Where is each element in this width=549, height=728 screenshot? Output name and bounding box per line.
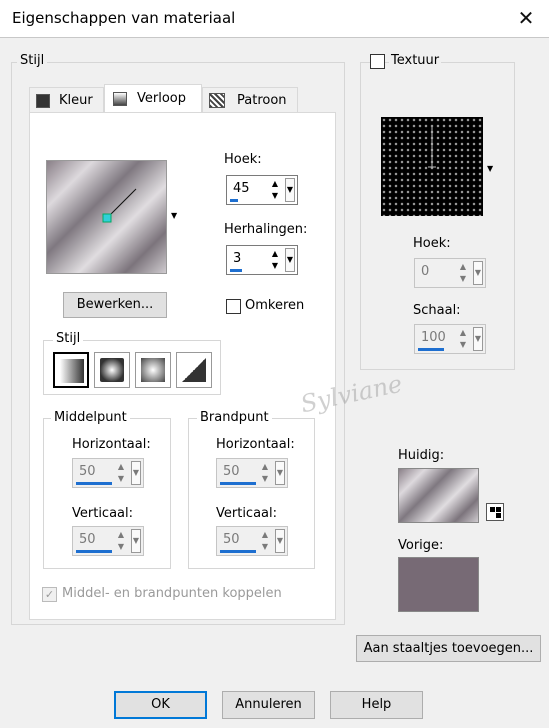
brandpunt-horizontaal-dropdown[interactable]: ▼ xyxy=(275,461,285,485)
omkeren-label: Omkeren xyxy=(245,298,305,313)
swap-icon-fill xyxy=(490,507,495,512)
hoek-slider-bar xyxy=(230,199,238,202)
vorige-label: Vorige: xyxy=(398,538,444,553)
vorige-swatch[interactable] xyxy=(398,557,479,612)
texture-hoek-input[interactable]: 0 ▲ ▼ ▼ xyxy=(414,258,486,288)
style-linear-button[interactable] xyxy=(53,352,89,388)
brandpunt-horizontaal-value: 50 xyxy=(223,464,240,479)
bewerken-button[interactable]: Bewerken... xyxy=(63,292,167,318)
style-rectangular-button[interactable] xyxy=(94,352,130,388)
title-bar: Eigenschappen van materiaal ✕ xyxy=(0,0,549,38)
brandpunt-horizontaal-bar xyxy=(220,482,256,485)
brandpunt-verticaal-dropdown[interactable]: ▼ xyxy=(275,529,285,553)
add-to-swatches-button[interactable]: Aan staaltjes toevoegen... xyxy=(356,635,541,662)
tab-patroon[interactable]: Patroon xyxy=(202,87,298,113)
tab-kleur[interactable]: Kleur xyxy=(29,87,104,113)
tab-kleur-label: Kleur xyxy=(59,93,93,108)
hoek-label: Hoek: xyxy=(224,152,262,167)
hoek-dropdown[interactable]: ▼ xyxy=(285,178,295,202)
texture-schaal-arrows[interactable]: ▲ ▼ xyxy=(456,327,470,351)
gradient-icon xyxy=(113,92,127,106)
brandpunt-verticaal-arrows[interactable]: ▲ ▼ xyxy=(258,529,272,553)
link-points-label: Middel- en brandpunten koppelen xyxy=(62,586,282,601)
middelpunt-verticaal-bar xyxy=(76,550,112,553)
brandpunt-horizontaal-label: Horizontaal: xyxy=(216,437,295,452)
gradient-angle-indicator xyxy=(102,188,137,223)
middelpunt-verticaal-label: Verticaal: xyxy=(72,506,134,521)
herhalingen-spin-arrows[interactable]: ▲ ▼ xyxy=(268,248,282,272)
style-radial-button[interactable] xyxy=(176,352,212,388)
middelpunt-verticaal-value: 50 xyxy=(79,532,96,547)
middelpunt-verticaal-arrows[interactable]: ▲ ▼ xyxy=(114,529,128,553)
sunburst-style-icon xyxy=(141,358,165,382)
link-points-checkbox[interactable]: ✓ xyxy=(42,587,57,602)
texture-schaal-input[interactable]: 100 ▲ ▼ ▼ xyxy=(414,324,486,354)
gradient-dropdown-icon[interactable]: ▼ xyxy=(171,211,177,220)
texture-preview[interactable] xyxy=(381,117,483,216)
swap-icon[interactable] xyxy=(486,503,504,521)
swap-icon-fill-2 xyxy=(496,513,501,518)
close-icon[interactable]: ✕ xyxy=(503,0,549,38)
brandpunt-horizontaal-input[interactable]: 50 ▲ ▼ ▼ xyxy=(216,458,288,488)
middelpunt-verticaal-dropdown[interactable]: ▼ xyxy=(131,529,141,553)
huidig-swatch xyxy=(398,468,479,523)
texture-checkbox[interactable] xyxy=(370,54,385,69)
tab-verloop-label: Verloop xyxy=(137,91,186,106)
texture-schaal-bar xyxy=(418,348,444,351)
middelpunt-horizontaal-dropdown[interactable]: ▼ xyxy=(131,461,141,485)
hoek-spin-arrows[interactable]: ▲ ▼ xyxy=(268,178,282,202)
tab-verloop[interactable]: Verloop xyxy=(104,84,202,113)
tab-patroon-label: Patroon xyxy=(237,93,287,108)
hoek-input[interactable]: 45 ▲ ▼ ▼ xyxy=(226,175,298,205)
herhalingen-slider-bar xyxy=(230,269,242,272)
herhalingen-input[interactable]: 3 ▲ ▼ ▼ xyxy=(226,245,298,275)
texture-schaal-value: 100 xyxy=(421,330,446,345)
herhalingen-dropdown[interactable]: ▼ xyxy=(285,248,295,272)
style-sunburst-button[interactable] xyxy=(135,352,171,388)
stijl-group-label: Stijl xyxy=(17,53,48,68)
middelpunt-verticaal-input[interactable]: 50 ▲ ▼ ▼ xyxy=(72,526,144,556)
middelpunt-horizontaal-arrows[interactable]: ▲ ▼ xyxy=(114,461,128,485)
rectangular-style-icon xyxy=(100,358,124,382)
help-button[interactable]: Help xyxy=(330,691,423,719)
huidig-label: Huidig: xyxy=(398,448,445,463)
brandpunt-verticaal-input[interactable]: 50 ▲ ▼ ▼ xyxy=(216,526,288,556)
color-swatch-icon xyxy=(36,94,50,108)
middelpunt-horizontaal-label: Horizontaal: xyxy=(72,437,151,452)
brandpunt-horizontaal-arrows[interactable]: ▲ ▼ xyxy=(258,461,272,485)
omkeren-checkbox[interactable] xyxy=(226,299,241,314)
texture-hoek-label: Hoek: xyxy=(413,236,451,251)
radial-style-icon xyxy=(182,358,206,382)
herhalingen-value: 3 xyxy=(233,251,242,266)
brandpunt-verticaal-label: Verticaal: xyxy=(216,506,278,521)
texture-label: Textuur xyxy=(389,53,442,68)
middelpunt-horizontaal-input[interactable]: 50 ▲ ▼ ▼ xyxy=(72,458,144,488)
hoek-value: 45 xyxy=(233,181,250,196)
texture-schaal-label: Schaal: xyxy=(413,303,461,318)
texture-schaal-dropdown[interactable]: ▼ xyxy=(473,327,483,351)
ok-button[interactable]: OK xyxy=(114,691,207,719)
brandpunt-group-label: Brandpunt xyxy=(197,410,272,425)
style-group-label: Stijl xyxy=(53,331,84,346)
middelpunt-horizontaal-bar xyxy=(76,482,112,485)
gradient-preview[interactable] xyxy=(46,160,167,274)
texture-dropdown-icon[interactable]: ▼ xyxy=(487,164,493,173)
linear-style-icon xyxy=(60,359,84,383)
annuleren-button[interactable]: Annuleren xyxy=(222,691,315,719)
texture-hoek-dropdown[interactable]: ▼ xyxy=(473,261,483,285)
middelpunt-group-label: Middelpunt xyxy=(51,410,130,425)
middelpunt-horizontaal-value: 50 xyxy=(79,464,96,479)
pattern-icon xyxy=(209,93,225,108)
texture-angle-indicator xyxy=(428,127,436,168)
brandpunt-verticaal-bar xyxy=(220,550,256,553)
texture-hoek-value: 0 xyxy=(421,264,430,279)
brandpunt-verticaal-value: 50 xyxy=(223,532,240,547)
texture-hoek-arrows[interactable]: ▲ ▼ xyxy=(456,261,470,285)
swap-icon-fill-3 xyxy=(496,507,501,512)
window-title: Eigenschappen van materiaal xyxy=(12,9,236,27)
herhalingen-label: Herhalingen: xyxy=(224,222,308,237)
